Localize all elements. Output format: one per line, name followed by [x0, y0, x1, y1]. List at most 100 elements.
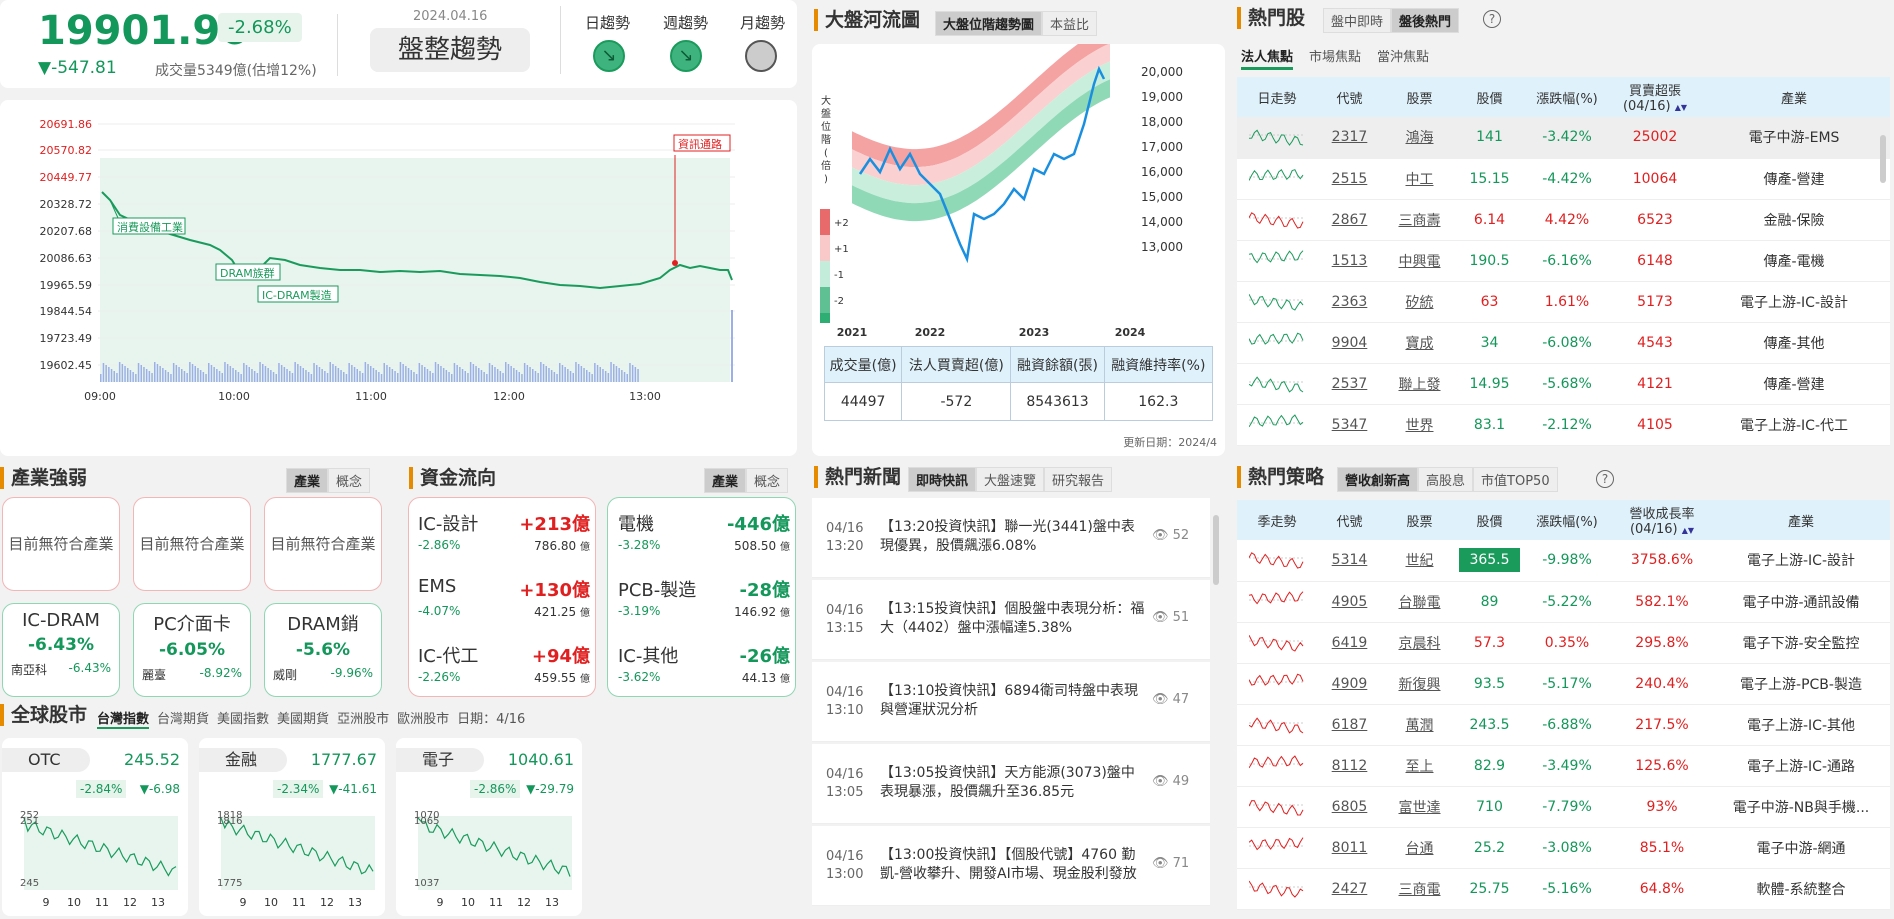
table-row[interactable]: 9904 寶成 34 -6.08% 4543 傳產-其他 [1237, 322, 1890, 364]
table-row[interactable]: 2317 鴻海 141 -3.42% 25002 電子中游-EMS [1237, 117, 1890, 159]
tab-flow-concept[interactable]: 概念 [746, 468, 789, 493]
news-headline[interactable]: 【13:05投資快訊】天方能源(3073)盤中表現暴漲，股價飆升至36.85元 [880, 764, 1148, 802]
news-headline[interactable]: 【13:10投資快訊】6894衛司特盤中表現與營運狀況分析 [880, 682, 1148, 720]
news-item[interactable]: 04/16 13:15 【13:15投資快訊】個股盤中表現分析：福大（4402）盤中… [812, 580, 1210, 660]
leader-stock[interactable]: 南亞科 [11, 661, 47, 678]
table-row[interactable]: 1513 中興電 190.5 -6.16% 6148 傳產-電機 [1237, 240, 1890, 282]
tab-asia[interactable]: 亞洲股市 [337, 708, 389, 729]
news-headline[interactable]: 【13:00投資快訊】【個股代號】4760 勤凱-營收攀升、開發AI市場、現金股… [880, 846, 1148, 884]
tab-us-futures[interactable]: 美國期貨 [277, 708, 329, 729]
table-row[interactable]: 4905 台聯電 89 -5.22% 582.1% 電子中游-通訊設備 [1237, 581, 1890, 623]
tab-river-trend[interactable]: 大盤位階趨勢圖 [935, 11, 1043, 36]
stock-name[interactable]: 寶成 [1382, 322, 1457, 364]
help-icon[interactable]: ? [1483, 10, 1501, 28]
stock-name[interactable]: 京晨科 [1382, 622, 1457, 664]
news-item[interactable]: 04/16 13:20 【13:20投資快訊】聯一光(3441)盤中表現優異，股價飆… [812, 498, 1210, 578]
tab-flow-industry[interactable]: 產業 [704, 468, 747, 493]
stock-name[interactable]: 聯上發 [1382, 363, 1457, 405]
stock-name[interactable]: 中興電 [1382, 240, 1457, 282]
subtab-institutional[interactable]: 法人焦點 [1241, 46, 1294, 70]
flow-item[interactable]: IC-代工 +94億 -2.26% 459.55 億 [418, 642, 590, 700]
news-item[interactable]: 04/16 13:05 【13:05投資快訊】天方能源(3073)盤中表現暴漲，股價… [812, 744, 1210, 824]
stock-code[interactable]: 2427 [1317, 868, 1382, 910]
market-card[interactable]: OTC 245.52 -2.84% ▼-6.98 252 251 245 9 10 11 12 13 [2, 738, 188, 916]
tab-news-market[interactable]: 大盤速覽 [976, 467, 1045, 492]
table-row[interactable]: 8112 至上 82.9 -3.49% 125.6% 電子上游-IC-通路 [1237, 745, 1890, 787]
strategy-help-icon[interactable]: ? [1596, 470, 1614, 488]
annotation-label[interactable]: 消費設備工業 [117, 220, 183, 234]
stock-name[interactable]: 至上 [1382, 745, 1457, 787]
stock-code[interactable]: 8011 [1317, 827, 1382, 869]
sort-icon[interactable]: ▲▼ [1675, 103, 1687, 112]
day-trend-down-icon[interactable]: ↘ [593, 40, 625, 72]
subtab-daytrade[interactable]: 當沖焦點 [1377, 46, 1429, 70]
stock-code[interactable]: 6187 [1317, 704, 1382, 746]
market-card[interactable]: 金融 1777.67 -2.34% ▼-41.61 1818 1816 1775 9 10 11 1… [199, 738, 385, 916]
flow-item[interactable]: 電機 -446億 -3.28% 508.50 億 [618, 510, 790, 568]
tab-tw-index[interactable]: 台灣指數 [97, 708, 150, 729]
table-row[interactable]: 2867 三商壽 6.14 4.42% 6523 金融-保險 [1237, 199, 1890, 241]
hot-scrollbar[interactable] [1880, 135, 1886, 183]
flow-item[interactable]: PCB-製造 -28億 -3.19% 146.92 億 [618, 576, 790, 634]
sort-column-header[interactable]: 營收成長率(04/16) ▲▼ [1612, 500, 1712, 540]
stock-name[interactable]: 台通 [1382, 827, 1457, 869]
market-card[interactable]: 電子 1040.61 -2.86% ▼-29.79 1070 1065 1037 9 10 11 1… [396, 738, 582, 916]
news-headline[interactable]: 【13:20投資快訊】聯一光(3441)盤中表現優異，股價飆漲6.08% [880, 518, 1148, 556]
annotation-label[interactable]: DRAM族群 [220, 266, 275, 280]
stock-code[interactable]: 2317 [1317, 117, 1382, 159]
stock-code[interactable]: 4905 [1317, 581, 1382, 623]
stock-name[interactable]: 萬潤 [1382, 704, 1457, 746]
stock-code[interactable]: 2537 [1317, 363, 1382, 405]
flow-item[interactable]: EMS +130億 -4.07% 421.25 億 [418, 576, 590, 634]
stock-name[interactable]: 富世達 [1382, 786, 1457, 828]
week-trend-down-icon[interactable]: ↘ [670, 40, 702, 72]
news-item[interactable]: 04/16 13:00 【13:00投資快訊】【個股代號】4760 勤凱-營收攀升、… [812, 826, 1210, 906]
stock-name[interactable]: 中工 [1382, 158, 1457, 200]
stock-code[interactable]: 1513 [1317, 240, 1382, 282]
tab-industry[interactable]: 產業 [286, 468, 329, 493]
table-row[interactable]: 2363 矽統 63 1.61% 5173 電子上游-IC-設計 [1237, 281, 1890, 323]
tab-revenue-high[interactable]: 營收創新高 [1337, 467, 1419, 492]
leader-stock[interactable]: 麗臺 [142, 666, 166, 683]
flow-item[interactable]: IC-設計 +213億 -2.86% 786.80 億 [418, 510, 590, 568]
stock-name[interactable]: 鴻海 [1382, 117, 1457, 159]
tab-top50[interactable]: 市值TOP50 [1473, 467, 1558, 492]
stock-name[interactable]: 新復興 [1382, 663, 1457, 705]
table-row[interactable]: 6419 京晨科 57.3 0.35% 295.8% 電子下游-安全監控 [1237, 622, 1890, 664]
table-row[interactable]: 8011 台通 25.2 -3.08% 85.1% 電子中游-網通 [1237, 827, 1890, 869]
tab-river-pe[interactable]: 本益比 [1042, 11, 1098, 36]
leader-stock[interactable]: 威剛 [273, 666, 297, 683]
table-row[interactable]: 2537 聯上發 14.95 -5.68% 4121 傳產-營建 [1237, 363, 1890, 405]
tab-after-hours[interactable]: 盤後熱門 [1391, 8, 1460, 33]
table-row[interactable]: 5314 世紀 365.5 -9.98% 3758.6% 電子上游-IC-設計 [1237, 540, 1890, 582]
flow-item[interactable]: IC-其他 -26億 -3.62% 44.13 億 [618, 642, 790, 700]
tab-high-dividend[interactable]: 高股息 [1418, 467, 1474, 492]
stock-code[interactable]: 6805 [1317, 786, 1382, 828]
month-trend-neutral-icon[interactable] [745, 40, 777, 72]
stock-code[interactable]: 9904 [1317, 322, 1382, 364]
tab-intraday[interactable]: 盤中即時 [1323, 8, 1392, 33]
table-row[interactable]: 2427 三商電 25.75 -5.16% 64.8% 軟體-系統整合 [1237, 868, 1890, 910]
stock-code[interactable]: 6419 [1317, 622, 1382, 664]
stock-name[interactable]: 世界 [1382, 404, 1457, 446]
stock-name[interactable]: 矽統 [1382, 281, 1457, 323]
stock-name[interactable]: 三商壽 [1382, 199, 1457, 241]
stock-code[interactable]: 2515 [1317, 158, 1382, 200]
table-row[interactable]: 2515 中工 15.15 -4.42% 10064 傳產-營建 [1237, 158, 1890, 200]
industry-weak-box[interactable]: DRAM銷 -5.6% 威剛 -9.96% [264, 603, 382, 697]
stock-name[interactable]: 世紀 [1382, 540, 1457, 582]
tab-tw-futures[interactable]: 台灣期貨 [157, 708, 209, 729]
annotation-label[interactable]: 資訊通路 [678, 137, 722, 151]
subtab-market[interactable]: 市場焦點 [1309, 46, 1361, 70]
stock-name[interactable]: 台聯電 [1382, 581, 1457, 623]
news-item[interactable]: 04/16 13:10 【13:10投資快訊】6894衛司特盤中表現與營運狀況分析 👁… [812, 662, 1210, 742]
tab-concept[interactable]: 概念 [328, 468, 371, 493]
stock-code[interactable]: 5314 [1317, 540, 1382, 582]
tab-news-research[interactable]: 研究報告 [1044, 467, 1113, 492]
stock-code[interactable]: 2363 [1317, 281, 1382, 323]
tab-europe[interactable]: 歐洲股市 [397, 708, 449, 729]
industry-weak-box[interactable]: IC-DRAM -6.43% 南亞科 -6.43% [2, 603, 120, 697]
stock-code[interactable]: 8112 [1317, 745, 1382, 787]
stock-name[interactable]: 三商電 [1382, 868, 1457, 910]
table-row[interactable]: 6187 萬潤 243.5 -6.88% 217.5% 電子上游-IC-其他 [1237, 704, 1890, 746]
